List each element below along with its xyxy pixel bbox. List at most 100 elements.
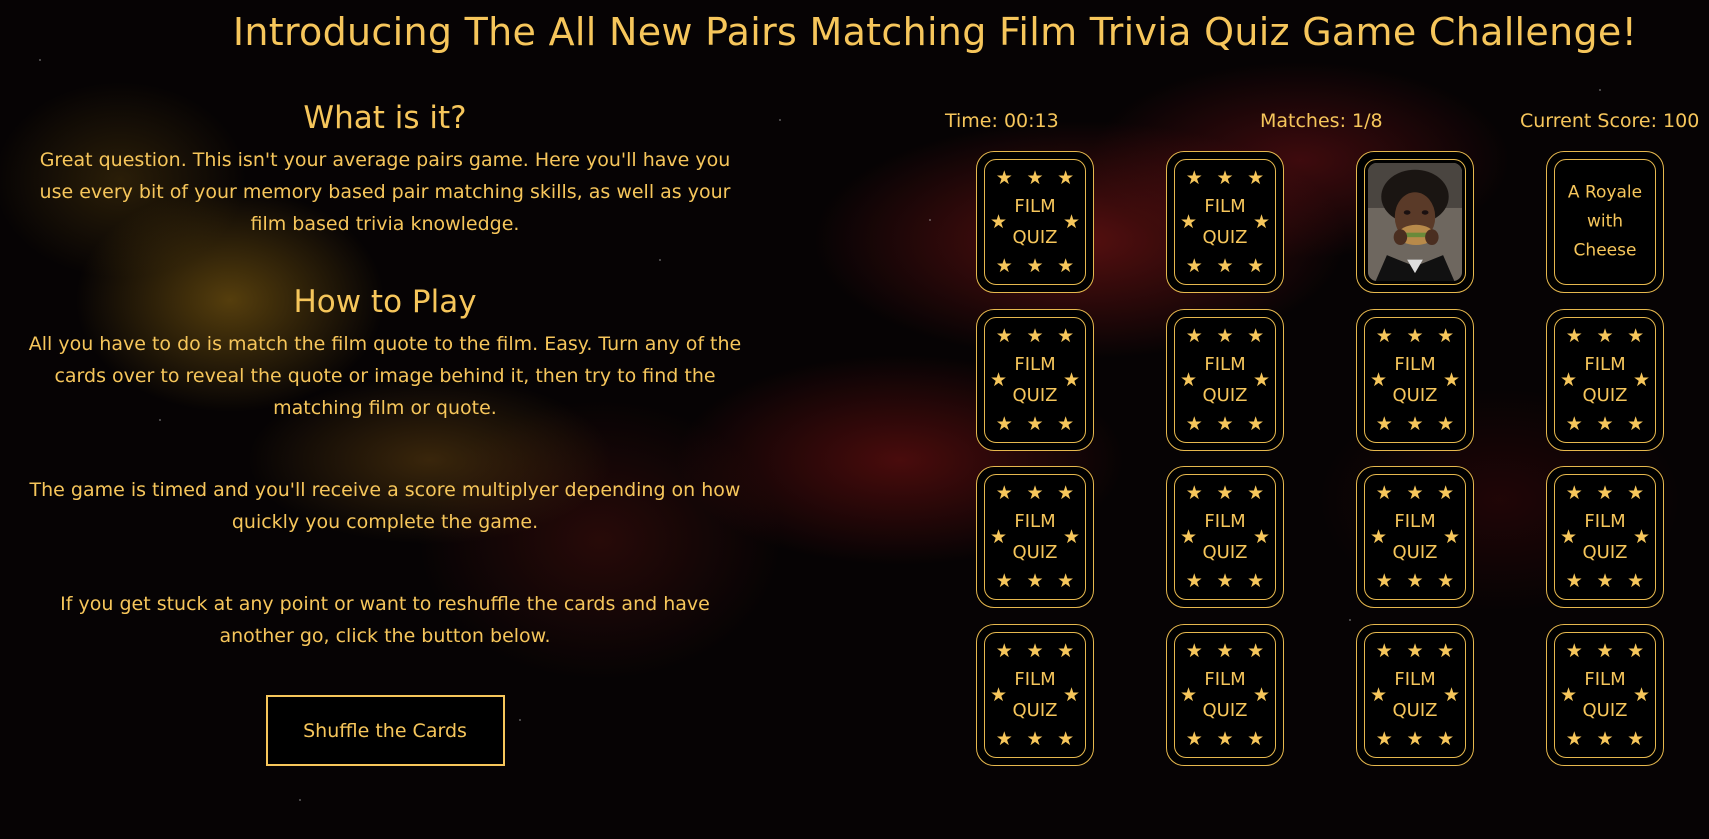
- star-icon: ★: [1437, 482, 1455, 504]
- star-row-top: ★ ★ ★: [1559, 483, 1651, 503]
- card-back-line-2: QUIZ: [1012, 227, 1058, 248]
- shuffle-button[interactable]: Shuffle the Cards: [265, 695, 505, 766]
- star-icon: ★: [1216, 640, 1234, 662]
- how-heading: How to Play: [293, 284, 477, 320]
- star-icon: ★: [1026, 167, 1044, 189]
- star-icon: ★: [1057, 255, 1075, 277]
- card-back-line-1: FILM: [1204, 669, 1246, 690]
- star-row-bottom: ★ ★ ★: [989, 571, 1081, 591]
- star-icon: ★: [1057, 167, 1075, 189]
- card-inner-border: ★ ★ ★ ★ ★ FILM QUIZ ★ ★ ★: [984, 474, 1086, 600]
- star-row-top: ★ ★ ★: [989, 326, 1081, 346]
- card-inner-border: ★ ★ ★ ★ ★ FILM QUIZ ★ ★ ★: [1554, 632, 1656, 758]
- star-icon: ★: [1247, 413, 1265, 435]
- star-icon: ★: [1026, 640, 1044, 662]
- star-icon: ★: [1057, 325, 1075, 347]
- film-still-image: [1368, 163, 1462, 281]
- star-icon: ★: [1185, 255, 1203, 277]
- star-icon: ★: [1627, 640, 1645, 662]
- star-icon: ★: [995, 255, 1013, 277]
- page-title: Introducing The All New Pairs Matching F…: [232, 10, 1638, 54]
- card-inner-border: ★ ★ ★ ★ ★ FILM QUIZ ★ ★ ★: [1174, 159, 1276, 285]
- star-row-bottom: ★ ★ ★: [989, 256, 1081, 276]
- star-icon: ★: [1437, 728, 1455, 750]
- how-text-2: The game is timed and you'll receive a s…: [29, 479, 741, 533]
- star-icon: ★: [995, 640, 1013, 662]
- star-icon: ★: [1185, 728, 1203, 750]
- star-icon: ★: [1565, 640, 1583, 662]
- card-face-down[interactable]: ★ ★ ★ ★ ★ FILM QUIZ ★ ★ ★: [1356, 309, 1474, 451]
- star-icon: ★: [1185, 325, 1203, 347]
- matches-counter: Matches: 1/8: [1260, 110, 1383, 132]
- how-text-3: If you get stuck at any point or want to…: [60, 593, 710, 647]
- card-back-label: FILM QUIZ: [985, 349, 1085, 411]
- star-icon: ★: [1216, 570, 1234, 592]
- star-icon: ★: [1026, 570, 1044, 592]
- card-inner-border: ★ ★ ★ ★ ★ FILM QUIZ ★ ★ ★: [984, 159, 1086, 285]
- card-back-label: FILM QUIZ: [1365, 349, 1465, 411]
- card-face-down[interactable]: ★ ★ ★ ★ ★ FILM QUIZ ★ ★ ★: [1166, 466, 1284, 608]
- card-face-down[interactable]: ★ ★ ★ ★ ★ FILM QUIZ ★ ★ ★: [1166, 309, 1284, 451]
- star-row-bottom: ★ ★ ★: [1369, 729, 1461, 749]
- card-back-line-1: FILM: [1014, 511, 1056, 532]
- star-icon: ★: [1026, 325, 1044, 347]
- card-back-label: FILM QUIZ: [1365, 664, 1465, 726]
- card-face-down[interactable]: ★ ★ ★ ★ ★ FILM QUIZ ★ ★ ★: [976, 624, 1094, 766]
- star-icon: ★: [1375, 413, 1393, 435]
- star-icon: ★: [995, 482, 1013, 504]
- star-icon: ★: [995, 325, 1013, 347]
- star-icon: ★: [1437, 325, 1455, 347]
- star-row-top: ★ ★ ★: [1179, 326, 1271, 346]
- card-inner-border: ★ ★ ★ ★ ★ FILM QUIZ ★ ★ ★: [1364, 474, 1466, 600]
- card-inner-border: ★ ★ ★ ★ ★ FILM QUIZ ★ ★ ★: [1364, 317, 1466, 443]
- card-face-up-image[interactable]: [1356, 151, 1474, 293]
- star-icon: ★: [1375, 640, 1393, 662]
- card-back-label: FILM QUIZ: [1365, 506, 1465, 568]
- card-back-line-2: QUIZ: [1582, 385, 1628, 406]
- card-back-line-2: QUIZ: [1582, 542, 1628, 563]
- star-icon: ★: [995, 167, 1013, 189]
- star-icon: ★: [1247, 570, 1265, 592]
- star-icon: ★: [1026, 482, 1044, 504]
- card-inner-border: [1364, 159, 1466, 285]
- card-back-line-2: QUIZ: [1012, 542, 1058, 563]
- card-back-line-1: FILM: [1394, 511, 1436, 532]
- star-row-top: ★ ★ ★: [1179, 641, 1271, 661]
- star-row-top: ★ ★ ★: [989, 641, 1081, 661]
- star-icon: ★: [1437, 640, 1455, 662]
- star-icon: ★: [995, 413, 1013, 435]
- card-back-line-2: QUIZ: [1392, 385, 1438, 406]
- card-face-down[interactable]: ★ ★ ★ ★ ★ FILM QUIZ ★ ★ ★: [976, 309, 1094, 451]
- star-row-bottom: ★ ★ ★: [1179, 571, 1271, 591]
- star-row-bottom: ★ ★ ★: [989, 729, 1081, 749]
- star-icon: ★: [1627, 325, 1645, 347]
- card-face-down[interactable]: ★ ★ ★ ★ ★ FILM QUIZ ★ ★ ★: [1356, 624, 1474, 766]
- game-stats: Time: 00:13 Matches: 1/8 Current Score: …: [940, 110, 1700, 136]
- card-back-line-2: QUIZ: [1202, 700, 1248, 721]
- star-icon: ★: [1216, 325, 1234, 347]
- card-face-down[interactable]: ★ ★ ★ ★ ★ FILM QUIZ ★ ★ ★: [1546, 624, 1664, 766]
- card-face-down[interactable]: ★ ★ ★ ★ ★ FILM QUIZ ★ ★ ★: [1166, 151, 1284, 293]
- star-icon: ★: [1057, 640, 1075, 662]
- star-icon: ★: [1247, 167, 1265, 189]
- card-back-line-2: QUIZ: [1012, 385, 1058, 406]
- card-face-down[interactable]: ★ ★ ★ ★ ★ FILM QUIZ ★ ★ ★: [1546, 466, 1664, 608]
- card-face-down[interactable]: ★ ★ ★ ★ ★ FILM QUIZ ★ ★ ★: [1356, 466, 1474, 608]
- star-icon: ★: [1375, 728, 1393, 750]
- star-icon: ★: [1247, 728, 1265, 750]
- card-back-line-1: FILM: [1584, 354, 1626, 375]
- card-back-line-1: FILM: [1394, 354, 1436, 375]
- star-icon: ★: [1185, 167, 1203, 189]
- star-icon: ★: [1406, 728, 1424, 750]
- card-face-down[interactable]: ★ ★ ★ ★ ★ FILM QUIZ ★ ★ ★: [976, 466, 1094, 608]
- star-icon: ★: [1565, 325, 1583, 347]
- star-icon: ★: [1596, 482, 1614, 504]
- card-face-down[interactable]: ★ ★ ★ ★ ★ FILM QUIZ ★ ★ ★: [976, 151, 1094, 293]
- quote-line: Cheese: [1573, 240, 1637, 261]
- card-inner-border: ★ ★ ★ ★ ★ FILM QUIZ ★ ★ ★: [1554, 474, 1656, 600]
- card-face-down[interactable]: ★ ★ ★ ★ ★ FILM QUIZ ★ ★ ★: [1546, 309, 1664, 451]
- card-face-down[interactable]: ★ ★ ★ ★ ★ FILM QUIZ ★ ★ ★: [1166, 624, 1284, 766]
- card-back-line-1: FILM: [1014, 669, 1056, 690]
- quote-line: A Royale: [1567, 182, 1643, 203]
- card-face-up-quote[interactable]: A Royale with Cheese: [1546, 151, 1664, 293]
